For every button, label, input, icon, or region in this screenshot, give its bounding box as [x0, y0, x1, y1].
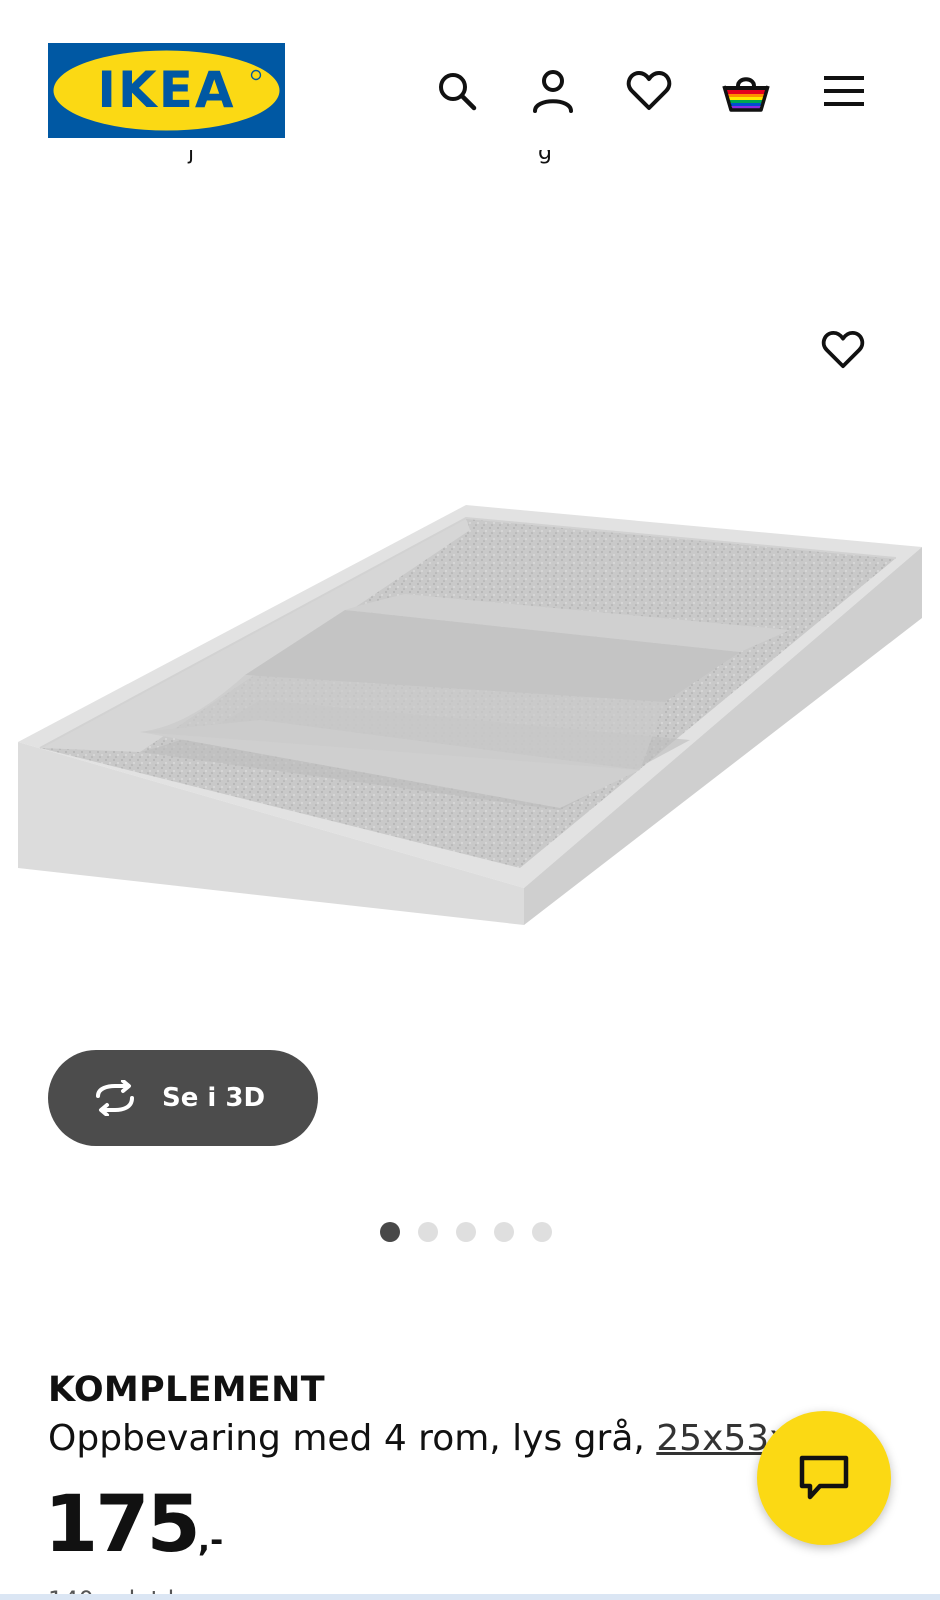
scrolled-text-fragment: j g [188, 150, 552, 165]
menu-icon [824, 76, 864, 106]
view-in-3d-label: Se i 3D [162, 1083, 266, 1113]
price-main: 175 [44, 1480, 201, 1570]
pagination-dot[interactable] [532, 1222, 552, 1242]
search-icon [439, 73, 477, 111]
rotate-3d-icon [90, 1078, 142, 1118]
favourites-button[interactable] [624, 66, 674, 116]
ikea-logo[interactable]: IKEA [48, 43, 285, 138]
image-pagination [380, 1222, 552, 1244]
heart-icon [626, 71, 672, 110]
pagination-dot[interactable] [456, 1222, 476, 1242]
search-button[interactable] [432, 66, 482, 116]
chat-button[interactable] [757, 1411, 891, 1545]
price-suffix: ,- [197, 1521, 224, 1559]
pagination-dot[interactable] [494, 1222, 514, 1242]
chat-icon [799, 1455, 849, 1500]
product-description-text: Oppbevaring med 4 rom, lys grå, [48, 1418, 657, 1459]
site-header: IKEA [0, 0, 940, 155]
user-icon [533, 70, 573, 113]
heart-icon [821, 330, 865, 369]
menu-button[interactable] [819, 66, 869, 116]
save-to-favourites-button[interactable] [818, 325, 868, 375]
pagination-dot[interactable] [418, 1222, 438, 1242]
browser-bottom-bar [0, 1594, 940, 1600]
basket-icon [722, 77, 770, 112]
product-name: KOMPLEMENT [48, 1370, 325, 1410]
product-image[interactable] [0, 470, 940, 980]
view-in-3d-button[interactable]: Se i 3D [48, 1050, 318, 1146]
logo-text: IKEA [97, 61, 235, 119]
product-price: 175,- [44, 1480, 223, 1570]
pagination-dot[interactable] [380, 1222, 400, 1242]
cart-button[interactable] [721, 66, 771, 116]
profile-button[interactable] [528, 66, 578, 116]
